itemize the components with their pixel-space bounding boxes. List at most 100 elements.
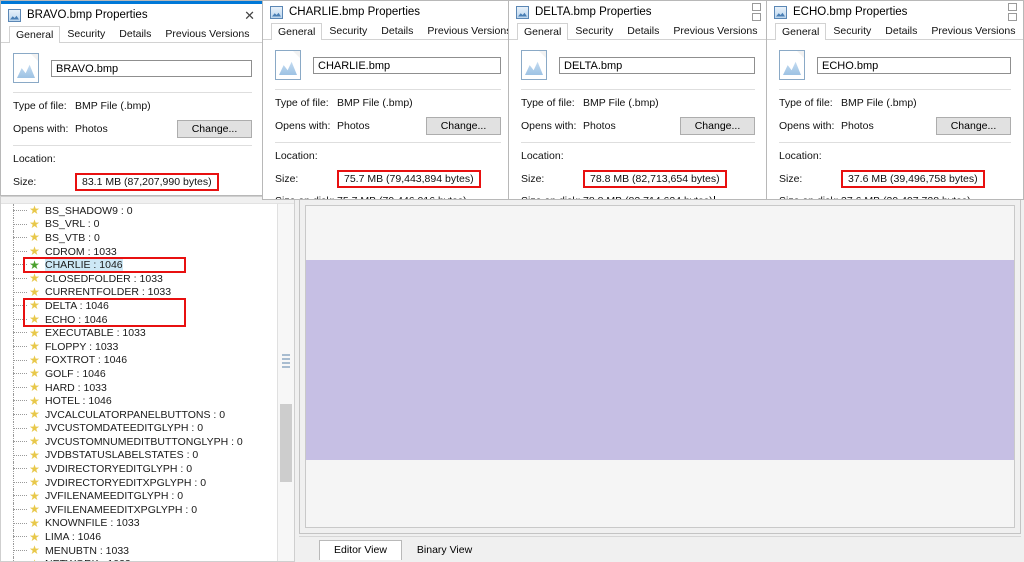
image-canvas[interactable] (305, 205, 1015, 528)
window-controls[interactable] (752, 3, 763, 21)
opens-with-row: Opens with: Photos Change... (13, 120, 252, 138)
opens-with-value: Photos (337, 119, 370, 132)
tree-item[interactable]: ★ JVDIRECTORYEDITXPGLYPH : 0 (1, 475, 277, 490)
bitmap-file-icon (270, 5, 283, 19)
file-name-input[interactable]: CHARLIE.bmp (313, 56, 501, 74)
tree-item-label: JVCUSTOMNUMEDITBUTTONGLYPH : 0 (45, 435, 243, 448)
file-name-input[interactable]: ECHO.bmp (817, 56, 1011, 74)
tree-item[interactable]: ★ BS_VRL : 0 (1, 217, 277, 232)
star-icon: ★ (29, 393, 40, 408)
properties-window-charlie[interactable]: CHARLIE.bmp Properties General Security Det… (262, 0, 514, 200)
tab-strip[interactable]: General Security Details Previous Versions (263, 23, 513, 40)
tab-details[interactable]: Details (112, 25, 158, 42)
tree-item[interactable]: ★ CLOSEDFOLDER : 1033 (1, 271, 277, 286)
window-controls[interactable]: ✕ (239, 8, 260, 23)
properties-window-delta[interactable]: DELTA.bmp Properties General Security Detai… (508, 0, 768, 200)
change-button[interactable]: Change... (936, 117, 1011, 135)
tab-security[interactable]: Security (322, 22, 374, 39)
tree-item[interactable]: ★ JVDIRECTORYEDITGLYPH : 0 (1, 462, 277, 476)
view-tab-label: Editor View (334, 544, 387, 556)
tree-item[interactable]: ★ LIMA : 1046 (1, 530, 277, 544)
tab-previous-versions[interactable]: Previous Versions (420, 22, 513, 39)
tab-label: Security (833, 25, 872, 37)
change-button[interactable]: Change... (177, 120, 252, 138)
title-bar[interactable]: BRAVO.bmp Properties ✕ (1, 4, 264, 26)
tree-item[interactable]: ★ KNOWNFILE : 1033 (1, 516, 277, 531)
star-icon: ★ (29, 475, 40, 490)
star-icon: ★ (29, 257, 40, 272)
tree-item[interactable]: ★ DELTA : 1046 (1, 299, 277, 313)
tab-general[interactable]: General (9, 26, 61, 43)
tree-item[interactable]: ★ NETWORK : 1033 (1, 557, 277, 561)
type-of-file-label: Type of file: (13, 100, 67, 112)
tree-item[interactable]: ★ JVCUSTOMDATEEDITGLYPH : 0 (1, 421, 277, 436)
tree-item[interactable]: ★ JVCALCULATORPANELBUTTONS : 0 (1, 407, 277, 422)
tree-item-label: EXECUTABLE : 1033 (45, 327, 146, 340)
file-name-input[interactable]: BRAVO.bmp (51, 59, 252, 77)
size-value: 37.6 MB (39,496,758 bytes) (848, 173, 978, 185)
window-minimize-maximize-icons[interactable] (752, 3, 761, 21)
tree-vertical-scrollbar[interactable] (277, 204, 294, 561)
title-bar[interactable]: CHARLIE.bmp Properties (263, 1, 513, 23)
window-minimize-maximize-icons[interactable] (1008, 3, 1017, 21)
tree-item-label: BS_VTB : 0 (45, 231, 100, 244)
tree-item[interactable]: ★ GOLF : 1046 (1, 367, 277, 381)
tab-strip[interactable]: General Security Details Previous Versions (1, 26, 264, 43)
window-title: ECHO.bmp Properties (793, 6, 908, 18)
tree-branch-line (13, 250, 27, 252)
tab-details[interactable]: Details (620, 22, 666, 39)
change-button[interactable]: Change... (426, 117, 501, 135)
tab-previous-versions[interactable]: Previous Versions (666, 22, 764, 39)
tree-item[interactable]: ★ CHARLIE : 1046 (1, 258, 277, 272)
tree-item[interactable]: ★ MENUBTN : 1033 (1, 543, 277, 558)
tab-general[interactable]: General (517, 23, 569, 40)
star-icon: ★ (29, 339, 40, 354)
resource-tree-panel[interactable]: ★ BS_SHADOW9 : 0 ★ BS_VRL : 0 ★ BS_VTB : 0 ★ CD… (0, 196, 295, 562)
scroll-down-arrow-icon[interactable] (278, 546, 294, 561)
close-icon[interactable]: ✕ (239, 8, 260, 23)
star-icon: ★ (29, 488, 40, 503)
view-tabs[interactable]: Editor View Binary View (299, 537, 487, 560)
tab-previous-versions[interactable]: Previous Versions (924, 22, 1022, 39)
title-bar[interactable]: DELTA.bmp Properties (509, 1, 767, 23)
file-name-input[interactable]: DELTA.bmp (559, 56, 755, 74)
view-tab-editor-view[interactable]: Editor View (319, 540, 402, 560)
tab-details[interactable]: Details (878, 22, 924, 39)
tree-item[interactable]: ★ CDROM : 1033 (1, 244, 277, 259)
tree-item[interactable]: ★ JVFILENAMEEDITGLYPH : 0 (1, 488, 277, 504)
tab-security[interactable]: Security (60, 25, 112, 42)
location-label: Location: (13, 153, 56, 165)
window-controls[interactable] (1008, 3, 1019, 21)
tab-strip[interactable]: General Security Details Previous Versions (767, 23, 1023, 40)
tree-item[interactable]: ★ HARD : 1033 (1, 380, 277, 395)
properties-window-echo[interactable]: ECHO.bmp Properties General Security Detail… (766, 0, 1024, 200)
tree-item[interactable]: ★ JVCUSTOMNUMEDITBUTTONGLYPH : 0 (1, 435, 277, 449)
tree-scrollbar-thumb[interactable] (280, 404, 292, 482)
tree-item[interactable]: ★ JVDBSTATUSLABELSTATES : 0 (1, 448, 277, 463)
tab-previous-versions[interactable]: Previous Versions (158, 25, 256, 42)
tree-item[interactable]: ★ ECHO : 1046 (1, 312, 277, 327)
tree-item[interactable]: ★ HOTEL : 1046 (1, 394, 277, 408)
change-button[interactable]: Change... (680, 117, 755, 135)
tree-item[interactable]: ★ EXECUTABLE : 1033 (1, 326, 277, 340)
tab-general[interactable]: General (775, 23, 827, 40)
tree-item[interactable]: ★ BS_SHADOW9 : 0 (1, 204, 277, 218)
properties-window-bravo[interactable]: BRAVO.bmp Properties ✕ General Security Deta… (0, 0, 265, 196)
splitter-grip-icon[interactable] (282, 354, 290, 368)
tree-item[interactable]: ★ JVFILENAMEEDITXPGLYPH : 0 (1, 503, 277, 517)
tree-item-label: JVDIRECTORYEDITXPGLYPH : 0 (45, 476, 207, 489)
tab-security[interactable]: Security (826, 22, 878, 39)
scroll-up-arrow-icon[interactable] (278, 204, 294, 219)
tree-item[interactable]: ★ CURRENTFOLDER : 1033 (1, 285, 277, 300)
tab-security[interactable]: Security (568, 22, 620, 39)
tab-strip[interactable]: General Security Details Previous Versions (509, 23, 767, 40)
tree-item[interactable]: ★ FOXTROT : 1046 (1, 353, 277, 368)
title-bar[interactable]: ECHO.bmp Properties (767, 1, 1023, 23)
bitmap-preview[interactable] (306, 260, 1014, 460)
view-tab-binary-view[interactable]: Binary View (402, 540, 487, 560)
tree-item[interactable]: ★ FLOPPY : 1033 (1, 339, 277, 354)
tree-item[interactable]: ★ BS_VTB : 0 (1, 231, 277, 245)
tab-general[interactable]: General (271, 23, 323, 40)
resource-tree[interactable]: ★ BS_SHADOW9 : 0 ★ BS_VRL : 0 ★ BS_VTB : 0 ★ CD… (1, 204, 277, 561)
tab-details[interactable]: Details (374, 22, 420, 39)
